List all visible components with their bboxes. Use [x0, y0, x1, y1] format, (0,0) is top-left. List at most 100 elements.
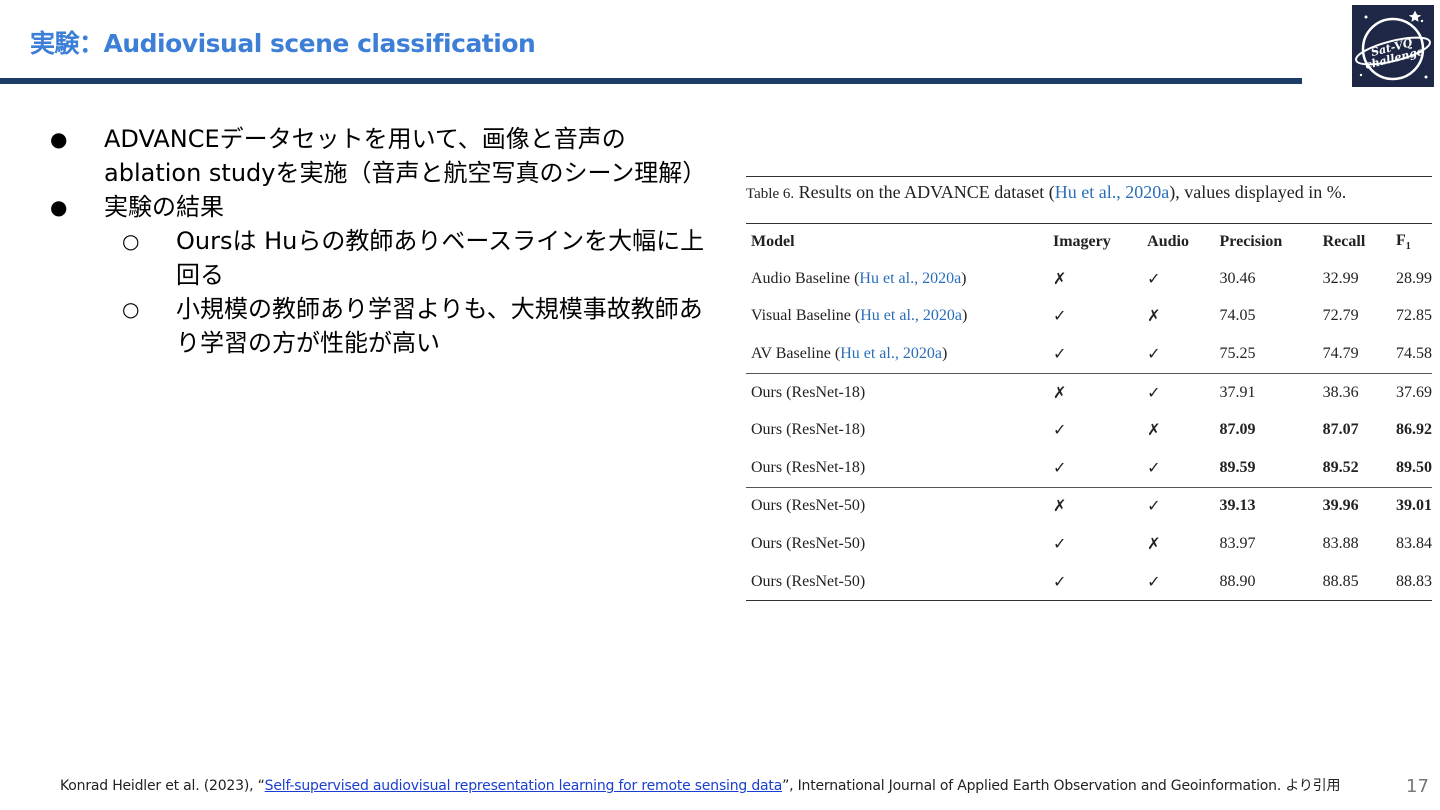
header-model: Model — [751, 233, 795, 250]
cell-imagery: ✓ — [1052, 422, 1067, 440]
table-row: Ours (ResNet-50) ✗ ✓ 39.13 39.96 39.01 — [746, 486, 1432, 526]
model-citation-link[interactable]: Hu et al., 2020a — [840, 345, 942, 362]
model-name-tail: ) — [961, 307, 968, 325]
table-row: Ours (ResNet-50) ✓ ✓ 88.90 88.85 88.83 — [746, 563, 1432, 601]
cell-audio: ✓ — [1147, 345, 1161, 363]
cell-imagery: ✓ — [1052, 459, 1067, 477]
cell-recall: 87.07 — [1322, 421, 1359, 439]
footer-suffix: ”, International Journal of Applied Eart… — [782, 778, 1341, 794]
cell-imagery: ✗ — [1047, 372, 1143, 412]
cell-recall: 72.79 — [1322, 307, 1359, 325]
model-name: Audio Baseline ( — [751, 269, 860, 287]
cell-recall: 39.96 — [1317, 486, 1391, 526]
cell-precision: 89.59 — [1219, 458, 1256, 476]
header-imagery: Imagery — [1052, 233, 1111, 250]
cell-imagery: ✓ — [1052, 535, 1067, 553]
cell-precision: 74.05 — [1219, 307, 1256, 325]
caption-citation-link[interactable]: Hu et al., 2020a — [1055, 182, 1169, 202]
table-header-row: Model Imagery Audio Precision Recall F1 — [746, 224, 1432, 261]
cell-audio: ✓ — [1142, 372, 1215, 412]
table-row: AV Baseline (Hu et al., 2020a) ✓ ✓ 75.25 74.… — [746, 335, 1432, 373]
cell-f1: 86.92 — [1396, 421, 1432, 439]
cell-model: Ours (ResNet-50) — [746, 563, 1048, 601]
model-name: Ours (ResNet-18) — [751, 421, 866, 439]
model-citation-link[interactable]: Hu et al., 2020a — [859, 270, 961, 287]
cell-model: Audio Baseline (Hu et al., 2020a) — [746, 260, 1048, 298]
cell-imagery: ✓ — [1052, 573, 1067, 591]
cell-recall: 32.99 — [1322, 269, 1359, 287]
table-row: Ours (ResNet-18) ✗ ✓ 37.91 38.36 37.69 — [746, 372, 1432, 412]
model-name: Ours (ResNet-50) — [751, 572, 866, 590]
header-recall: Recall — [1322, 233, 1366, 250]
cell-precision: 75.25 — [1219, 344, 1256, 362]
cell-model: Ours (ResNet-18) — [746, 449, 1048, 487]
cell-audio: ✗ — [1147, 535, 1161, 553]
footer-paper-link[interactable]: Self-supervised audiovisual representati… — [265, 778, 783, 794]
sub-bullet-circle-icon: ○ — [122, 229, 140, 253]
table-row: Visual Baseline (Hu et al., 2020a) ✓ ✗ 74.0… — [746, 298, 1432, 336]
cell-f1: 74.58 — [1396, 344, 1432, 362]
sub-bullet-circle-icon: ○ — [122, 297, 140, 321]
cell-recall: 88.85 — [1322, 572, 1359, 590]
model-name-tail: ) — [941, 344, 948, 362]
cell-model: Ours (ResNet-50) — [746, 525, 1048, 563]
cell-recall: 89.52 — [1322, 458, 1359, 476]
table-caption: Table 6. Results on the ADVANCE dataset … — [746, 179, 1432, 223]
header-audio: Audio — [1147, 233, 1189, 250]
caption-rule — [746, 176, 1432, 177]
sub-bullet-text: Oursは Huらの教師ありベースラインを大幅に上回る — [176, 227, 705, 289]
table-row: Ours (ResNet-18) ✓ ✓ 89.59 89.52 89.50 — [746, 449, 1432, 487]
cell-audio: ✓ — [1147, 573, 1161, 591]
model-name: Ours (ResNet-50) — [751, 534, 866, 552]
cell-f1: 72.85 — [1396, 307, 1432, 325]
footer-citation: Konrad Heidler et al. (2023), “Self-supe… — [60, 775, 1340, 795]
sub-bullet-item: ○ 小規模の教師あり学習よりも、大規模事故教師あり学習の方が性能が高い — [48, 292, 718, 360]
cell-audio: ✗ — [1147, 308, 1161, 326]
sat-vq-logo: Sat-VQ challenge — [1352, 5, 1434, 87]
cell-f1: 89.50 — [1396, 458, 1432, 476]
cell-imagery: ✓ — [1052, 308, 1067, 326]
title-underline — [0, 78, 1302, 84]
page-number: 17 — [1406, 776, 1429, 797]
caption-tail: ), values displayed in %. — [1169, 182, 1347, 202]
model-name: Ours (ResNet-18) — [751, 458, 866, 476]
header-f1: F1 — [1396, 231, 1411, 253]
cell-f1: 88.83 — [1396, 572, 1432, 590]
cell-model: Ours (ResNet-18) — [746, 411, 1048, 449]
slide-title: 実験：Audiovisual scene classification — [30, 29, 536, 58]
cell-model: Visual Baseline (Hu et al., 2020a) — [746, 298, 1048, 336]
bullet-item: ● 実験の結果 — [48, 190, 718, 224]
caption-text: Results on the ADVANCE dataset ( — [794, 182, 1055, 202]
caption-label: Table 6. — [746, 186, 795, 202]
results-table: Model Imagery Audio Precision Recall F1 … — [746, 223, 1432, 602]
footer-prefix: Konrad Heidler et al. (2023), “ — [60, 778, 265, 794]
model-name: Visual Baseline ( — [751, 307, 861, 325]
model-citation-link[interactable]: Hu et al., 2020a — [860, 307, 962, 324]
cell-f1: 37.69 — [1391, 372, 1432, 412]
cell-precision: 37.91 — [1214, 372, 1318, 412]
cell-audio: ✗ — [1147, 422, 1161, 440]
model-name: Ours (ResNet-18) — [751, 383, 866, 401]
sub-bullet-item: ○ Oursは Huらの教師ありベースラインを大幅に上回る — [48, 224, 718, 292]
cell-f1: 39.01 — [1391, 486, 1432, 526]
model-name: Ours (ResNet-50) — [751, 497, 866, 515]
cell-recall: 38.36 — [1317, 372, 1391, 412]
bullet-text: ADVANCEデータセットを用いて、画像と音声のablation studyを実… — [104, 125, 707, 187]
cell-recall: 74.79 — [1322, 344, 1359, 362]
cell-f1: 28.99 — [1396, 269, 1432, 287]
model-name: AV Baseline ( — [751, 344, 841, 362]
bullet-dot-icon: ● — [50, 195, 68, 219]
table-row: Ours (ResNet-50) ✓ ✗ 83.97 83.88 83.84 — [746, 525, 1432, 563]
cell-precision: 87.09 — [1219, 421, 1256, 439]
table-row: Audio Baseline (Hu et al., 2020a) ✗ ✓ 30.46… — [746, 260, 1432, 298]
bullet-text: 実験の結果 — [104, 193, 224, 221]
cell-precision: 39.13 — [1214, 486, 1318, 526]
cell-imagery: ✗ — [1047, 486, 1143, 526]
results-table-figure: Table 6. Results on the ADVANCE dataset … — [746, 176, 1432, 602]
bullet-list: ● ADVANCEデータセットを用いて、画像と音声のablation study… — [48, 122, 718, 360]
cell-model: Ours (ResNet-50) — [746, 486, 1048, 526]
cell-precision: 83.97 — [1219, 534, 1256, 552]
cell-f1: 83.84 — [1396, 534, 1432, 552]
bullet-dot-icon: ● — [50, 127, 68, 151]
cell-model: AV Baseline (Hu et al., 2020a) — [746, 335, 1048, 373]
